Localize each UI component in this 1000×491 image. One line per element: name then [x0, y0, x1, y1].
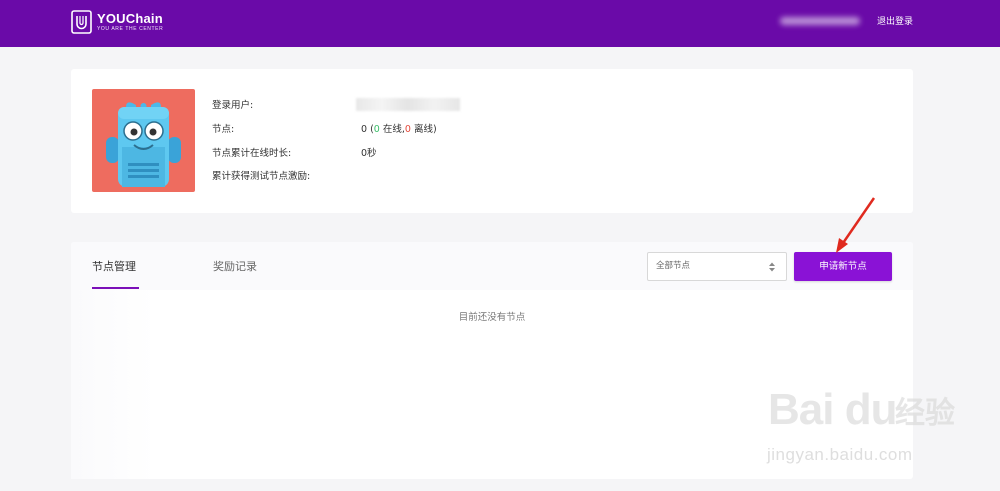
tab-reward-records[interactable]: 奖励记录 [213, 260, 257, 274]
nodes-value: 0 (0 在线,0 离线) [361, 124, 437, 136]
tab-node-management[interactable]: 节点管理 [92, 260, 136, 274]
youchain-logo[interactable]: YOUChain YOU ARE THE CENTER [71, 10, 163, 34]
robot-avatar-image [106, 102, 181, 187]
brand-name: YOUChain [97, 10, 163, 26]
blurred-username [780, 17, 860, 25]
logged-in-user-label: 登录用户: [212, 100, 254, 111]
robot-avatar [92, 89, 195, 192]
nodes-management-card: 节点管理 奖励记录 全部节点 申请新节点 目前还没有节点 [71, 242, 913, 479]
nodes-label: 节点: [212, 124, 235, 135]
logout-link[interactable]: 退出登录 [877, 16, 913, 28]
youchain-logo-icon [71, 10, 92, 34]
blurred-user-value [356, 98, 460, 111]
active-tab-indicator [92, 287, 139, 289]
brand-tagline: YOU ARE THE CENTER [97, 25, 164, 32]
node-filter-value: 全部节点 [656, 261, 691, 271]
rewards-label: 累计获得测试节点激励: [212, 171, 311, 182]
apply-new-node-button[interactable]: 申请新节点 [794, 252, 892, 281]
online-label: 在线, [379, 124, 405, 135]
online-time-label: 节点累计在线时长: [212, 148, 292, 159]
sort-arrows-icon [769, 262, 775, 272]
top-navigation-bar: YOUChain YOU ARE THE CENTER 退出登录 [0, 0, 1000, 47]
nodes-paren: ( [367, 124, 374, 135]
offline-label: 离线) [410, 124, 437, 135]
online-time-value: 0秒 [361, 148, 377, 159]
node-filter-select[interactable]: 全部节点 [647, 252, 787, 281]
empty-state-message: 目前还没有节点 [458, 312, 526, 323]
profile-card: 登录用户: 节点: 0 (0 在线,0 离线) 节点累计在线时长: 0秒 累计获… [71, 69, 913, 213]
